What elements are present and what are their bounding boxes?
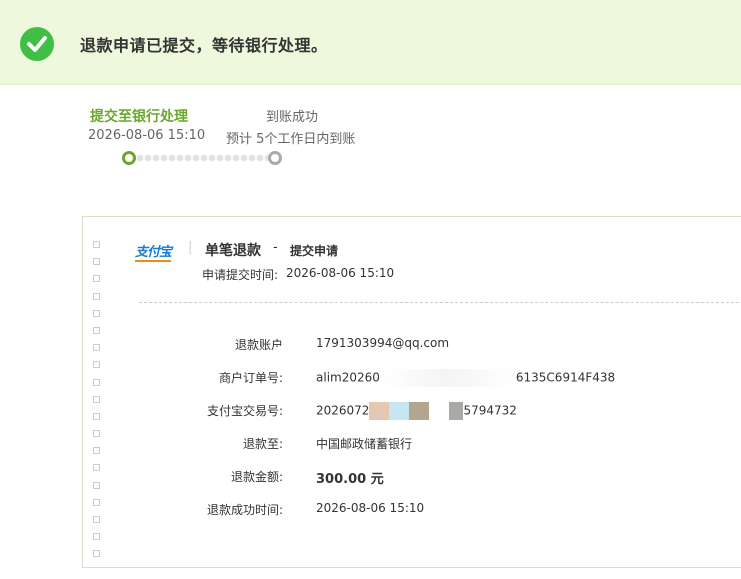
row-label: 退款金额: [230, 470, 283, 484]
row-refund-to: 退款至: 中国邮政储蓄银行 [83, 435, 741, 455]
banner-message: 退款申请已提交，等待银行处理。 [80, 36, 328, 55]
title-dash: - [273, 240, 278, 255]
redacted-block [389, 402, 410, 420]
row-value: 中国邮政储蓄银行 [316, 437, 413, 451]
step-submitted-title: 提交至银行处理 [90, 109, 188, 125]
row-label: 退款成功时间: [206, 503, 283, 517]
card-divider [139, 302, 741, 303]
step-arrived-estimate: 预计 5个工作日内到账 [226, 132, 356, 147]
redacted-block [409, 402, 430, 420]
row-label: 退款至: [242, 437, 283, 451]
progress-end-dot [268, 151, 282, 165]
row-refund-account: 退款账户 : 1791303994@qq.com [83, 336, 741, 356]
progress-start-dot [122, 151, 136, 165]
row-label: 商户订单号: [218, 371, 283, 385]
redacted-block [449, 402, 464, 420]
row-value: 2026072 5794732 [316, 402, 517, 420]
row-value: alim20260 6135C6914F438 [316, 369, 615, 387]
row-merchant-order: 商户订单号: alim20260 6135C6914F438 [83, 369, 741, 389]
apply-time-label: 申请提交时间: [202, 268, 279, 282]
card-title: 单笔退款 [205, 243, 261, 259]
row-value: 1791303994@qq.com [316, 336, 450, 350]
progress-beads [136, 153, 268, 163]
row-label: 支付宝交易号: [206, 404, 283, 418]
success-banner: 退款申请已提交，等待银行处理。 [0, 0, 741, 85]
alipay-logo: 支付宝 [135, 245, 172, 262]
row-refund-amount: 退款金额: 300.00 元 [83, 468, 741, 488]
progress-track [122, 151, 282, 165]
redacted-block [369, 402, 390, 420]
card-subtitle: 提交申请 [290, 244, 339, 258]
row-colon: : [275, 336, 280, 350]
row-alipay-trade-no: 支付宝交易号: 2026072 5794732 [83, 402, 741, 422]
step-submitted-time: 2026-08-06 15:10 [88, 128, 206, 143]
success-check-icon [20, 27, 54, 61]
step-arrived-title: 到账成功 [266, 110, 319, 125]
apply-time-value: 2026-08-06 15:10 [286, 266, 395, 280]
row-refund-success-time: 退款成功时间: 2026-08-06 15:10 [83, 501, 741, 521]
redacted-block [429, 402, 450, 420]
refund-detail-card: 支付宝 | 单笔退款 - 提交申请 申请提交时间: 2026-08-06 15:… [82, 216, 741, 568]
row-value: 2026-08-06 15:10 [316, 501, 425, 515]
refund-amount-value: 300.00 元 [316, 472, 384, 487]
title-separator: | [188, 240, 193, 255]
redacted-block [379, 369, 516, 387]
